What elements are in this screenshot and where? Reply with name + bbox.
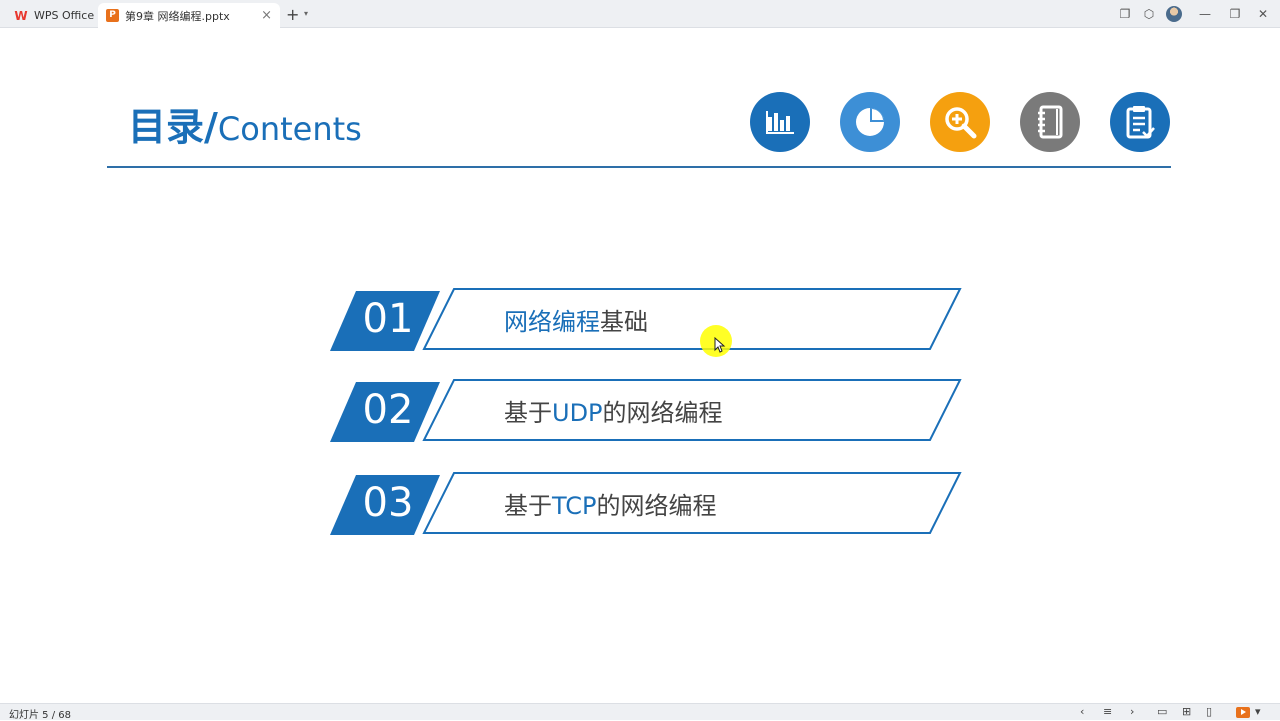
new-tab-button[interactable]: + [286, 5, 299, 24]
normal-view-icon[interactable]: ▭ [1157, 705, 1167, 718]
next-slide-icon[interactable]: › [1130, 705, 1134, 718]
clipboard-check-icon [1110, 92, 1170, 152]
title-chinese: 目录/ [128, 105, 218, 149]
tab-document[interactable]: P 第9章 网络编程.pptx × [98, 3, 280, 28]
toc-label-3: 基于TCP的网络编程 [504, 486, 716, 521]
tab-wps-home[interactable]: W WPS Office [8, 3, 96, 28]
toc-item-3[interactable]: 03 基于TCP的网络编程 [326, 472, 966, 536]
wps-logo-icon: W [14, 8, 28, 23]
toc-prefix-3: 基于 [504, 492, 552, 520]
tab-home-label: WPS Office [34, 9, 95, 22]
toc-label-1: 网络编程基础 [504, 302, 648, 337]
maximize-icon[interactable]: ❐ [1228, 7, 1242, 21]
toc-highlight-1: 网络编程 [504, 308, 600, 336]
window-restore-icon[interactable]: ❐ [1118, 7, 1132, 21]
toc-rest-1: 基础 [600, 308, 648, 336]
pie-chart-icon [840, 92, 900, 152]
toc-number-3: 03 [362, 480, 414, 526]
slide-sorter-icon[interactable]: ⊞ [1182, 705, 1191, 718]
slide-counter: 幻灯片 5 / 68 [9, 710, 71, 721]
chevron-down-icon[interactable]: ▾ [304, 9, 308, 18]
title-divider [107, 166, 1171, 168]
toc-rest-3: 的网络编程 [596, 492, 717, 520]
avatar[interactable] [1166, 6, 1182, 22]
reading-view-icon[interactable]: ▯ [1206, 705, 1212, 718]
play-slideshow-button[interactable] [1236, 707, 1250, 718]
tab-doc-label: 第9章 网络编程.pptx [125, 9, 230, 23]
minimize-icon[interactable]: — [1198, 7, 1212, 21]
slide-title: 目录/Contents [128, 96, 362, 151]
toc-number-1: 01 [362, 296, 414, 342]
chevron-down-icon[interactable]: ▾ [1255, 705, 1261, 718]
title-english: Contents [217, 110, 362, 148]
toc-item-2[interactable]: 02 基于UDP的网络编程 [326, 379, 966, 443]
slide-list-icon[interactable]: ≡ [1103, 705, 1112, 718]
toc-highlight-3: TCP [552, 492, 597, 520]
status-bar: 幻灯片 5 / 68 ‹ ≡ › ▭ ⊞ ▯ ▾ [0, 703, 1280, 721]
toc-highlight-2: UDP [552, 399, 603, 427]
toc-prefix-2: 基于 [504, 399, 552, 427]
toc-rest-2: 的网络编程 [602, 399, 723, 427]
toc-item-1[interactable]: 01 网络编程基础 [326, 288, 966, 352]
close-tab-icon[interactable]: × [261, 8, 272, 23]
previous-slide-icon[interactable]: ‹ [1080, 705, 1084, 718]
toc-label-2: 基于UDP的网络编程 [504, 393, 723, 428]
notebook-icon [1020, 92, 1080, 152]
toc-number-2: 02 [362, 387, 414, 433]
close-window-icon[interactable]: ✕ [1256, 7, 1270, 21]
title-bar: W WPS Office P 第9章 网络编程.pptx × + ▾ ❐ ⬡ —… [0, 0, 1280, 28]
zoom-in-icon [930, 92, 990, 152]
cube-icon[interactable]: ⬡ [1142, 7, 1156, 21]
presentation-icon: P [106, 9, 119, 22]
mouse-pointer-icon [714, 337, 726, 353]
bar-chart-icon [750, 92, 810, 152]
slide-canvas[interactable]: 目录/Contents 01 网络编程基础 02 基于UDP的网络编程 03 基… [0, 28, 1280, 703]
